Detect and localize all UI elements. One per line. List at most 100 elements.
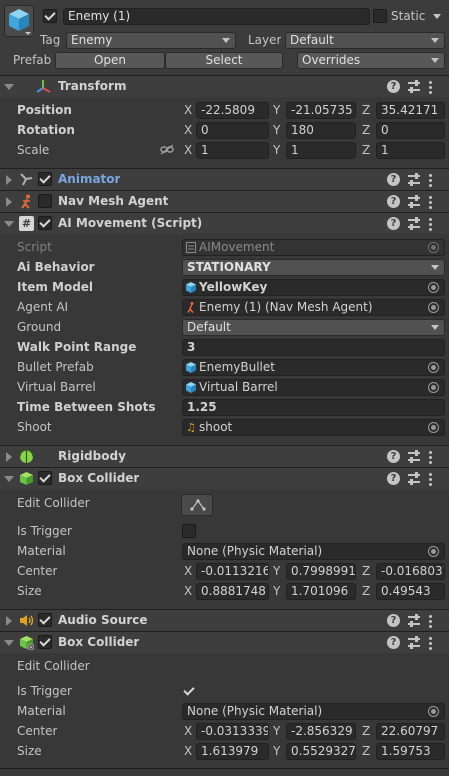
- prefab-select-button[interactable]: Select: [165, 52, 283, 69]
- walk-point-range-field[interactable]: 3: [182, 339, 445, 356]
- rigidbody-fold-icon[interactable]: [6, 452, 12, 462]
- context-menu-icon[interactable]: [429, 636, 433, 650]
- presets-icon[interactable]: [407, 613, 421, 628]
- size-y-axis[interactable]: Y: [273, 584, 280, 598]
- rotation-y-field[interactable]: 180: [286, 122, 356, 139]
- material-2-field[interactable]: None (Physic Material): [182, 703, 445, 720]
- size-2-x-field[interactable]: 1.613979: [196, 743, 269, 760]
- center-x-axis[interactable]: X: [184, 564, 192, 578]
- static-checkbox[interactable]: [373, 9, 387, 23]
- position-z-field[interactable]: 35.42171: [376, 102, 445, 119]
- active-checkbox[interactable]: [43, 9, 57, 23]
- shoot-field[interactable]: ♫ shoot: [182, 419, 445, 436]
- center-z-field[interactable]: -0.0168037: [376, 563, 445, 580]
- layer-dropdown[interactable]: Default: [285, 32, 445, 49]
- presets-icon[interactable]: [407, 194, 421, 209]
- scale-z-field[interactable]: 1: [376, 142, 445, 159]
- size-2-z-field[interactable]: 1.59753: [376, 743, 445, 760]
- shoot-picker-icon[interactable]: [428, 422, 439, 433]
- size-2-z-axis[interactable]: Z: [362, 744, 370, 758]
- edit-collider-button[interactable]: [181, 494, 213, 516]
- position-x-field[interactable]: -22.5809: [196, 102, 269, 119]
- help-icon[interactable]: ?: [387, 636, 400, 649]
- context-menu-icon[interactable]: [429, 195, 433, 209]
- audio-source-fold-icon[interactable]: [6, 616, 12, 626]
- item-model-field[interactable]: YellowKey: [182, 279, 445, 296]
- center-y-field[interactable]: 0.7998991: [286, 563, 356, 580]
- box-collider-2-fold-icon[interactable]: [4, 640, 14, 646]
- box-collider-2-header[interactable]: Box Collider ?: [0, 631, 449, 653]
- size-x-field[interactable]: 0.8881748: [196, 583, 269, 600]
- is-trigger-2-checkbox[interactable]: [182, 684, 196, 698]
- position-y-axis[interactable]: Y: [273, 103, 280, 117]
- ground-dropdown[interactable]: Default: [182, 319, 445, 336]
- ai-movement-enabled-checkbox[interactable]: [38, 216, 52, 230]
- rotation-z-field[interactable]: 0: [376, 122, 445, 139]
- material-field[interactable]: None (Physic Material): [182, 543, 445, 560]
- help-icon[interactable]: ?: [387, 173, 400, 186]
- scale-y-field[interactable]: 1: [286, 142, 356, 159]
- prefab-open-button[interactable]: Open: [55, 52, 165, 69]
- agent-ai-field[interactable]: Enemy (1) (Nav Mesh Agent): [182, 299, 445, 316]
- box-collider-fold-icon[interactable]: [4, 476, 14, 482]
- center-y-axis[interactable]: Y: [273, 564, 280, 578]
- center-2-y-axis[interactable]: Y: [273, 724, 280, 738]
- rotation-x-field[interactable]: 0: [196, 122, 269, 139]
- scale-link-icon[interactable]: [160, 145, 174, 155]
- gameobject-cube-icon[interactable]: [4, 5, 34, 37]
- position-x-axis[interactable]: X: [184, 103, 192, 117]
- center-2-z-axis[interactable]: Z: [362, 724, 370, 738]
- context-menu-icon[interactable]: [429, 80, 433, 94]
- presets-icon[interactable]: [407, 471, 421, 486]
- ai-movement-header[interactable]: # AI Movement (Script) ?: [0, 212, 449, 234]
- size-y-field[interactable]: 1.701096: [286, 583, 356, 600]
- transform-fold-icon[interactable]: [4, 84, 14, 90]
- box-collider-header[interactable]: Box Collider ?: [0, 467, 449, 489]
- time-between-shots-field[interactable]: 1.25: [182, 399, 445, 416]
- ai-behavior-dropdown[interactable]: STATIONARY: [182, 259, 445, 276]
- context-menu-icon[interactable]: [429, 472, 433, 486]
- scale-x-axis[interactable]: X: [184, 143, 192, 157]
- rigidbody-header[interactable]: Rigidbody ?: [0, 445, 449, 467]
- size-x-axis[interactable]: X: [184, 584, 192, 598]
- presets-icon[interactable]: [407, 216, 421, 231]
- context-menu-icon[interactable]: [429, 217, 433, 231]
- context-menu-icon[interactable]: [429, 614, 433, 628]
- scale-x-field[interactable]: 1: [196, 142, 269, 159]
- bullet-prefab-picker-icon[interactable]: [428, 362, 439, 373]
- virtual-barrel-field[interactable]: Virtual Barrel: [182, 379, 445, 396]
- help-icon[interactable]: ?: [387, 195, 400, 208]
- virtual-barrel-picker-icon[interactable]: [428, 382, 439, 393]
- animator-fold-icon[interactable]: [6, 175, 12, 185]
- position-z-axis[interactable]: Z: [362, 103, 370, 117]
- nav-mesh-agent-enabled-checkbox[interactable]: [38, 194, 52, 208]
- position-y-field[interactable]: -21.05735: [286, 102, 356, 119]
- material-picker-icon[interactable]: [428, 546, 439, 557]
- agent-ai-picker-icon[interactable]: [428, 302, 439, 313]
- rotation-x-axis[interactable]: X: [184, 123, 192, 137]
- center-2-y-field[interactable]: -2.856329: [286, 723, 356, 740]
- center-z-axis[interactable]: Z: [362, 564, 370, 578]
- audio-source-enabled-checkbox[interactable]: [38, 613, 52, 627]
- static-dropdown-icon[interactable]: [433, 14, 441, 19]
- presets-icon[interactable]: [407, 449, 421, 464]
- rotation-y-axis[interactable]: Y: [273, 123, 280, 137]
- context-menu-icon[interactable]: [429, 173, 433, 187]
- center-2-x-axis[interactable]: X: [184, 724, 192, 738]
- transform-header[interactable]: Transform ?: [0, 75, 449, 97]
- center-2-z-field[interactable]: 22.60797: [376, 723, 445, 740]
- name-field[interactable]: Enemy (1): [63, 8, 370, 25]
- help-icon[interactable]: ?: [387, 472, 400, 485]
- box-collider-2-enabled-checkbox[interactable]: [38, 635, 52, 649]
- help-icon[interactable]: ?: [387, 614, 400, 627]
- prefab-overrides-dropdown[interactable]: Overrides: [297, 52, 445, 69]
- bullet-prefab-field[interactable]: EnemyBullet: [182, 359, 445, 376]
- context-menu-icon[interactable]: [429, 450, 433, 464]
- size-2-y-axis[interactable]: Y: [273, 744, 280, 758]
- is-trigger-checkbox[interactable]: [182, 524, 196, 538]
- help-icon[interactable]: ?: [387, 217, 400, 230]
- help-icon[interactable]: ?: [387, 450, 400, 463]
- size-2-x-axis[interactable]: X: [184, 744, 192, 758]
- help-icon[interactable]: ?: [387, 80, 400, 93]
- tag-dropdown[interactable]: Enemy: [66, 32, 236, 49]
